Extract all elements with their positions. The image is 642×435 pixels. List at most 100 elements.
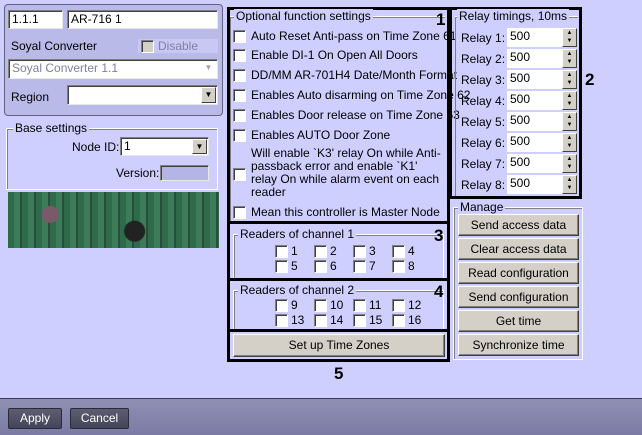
manage-button-send-configuration[interactable]: Send configuration: [458, 286, 579, 308]
spin-down-icon[interactable]: ▼: [563, 58, 576, 66]
marker-3: 3: [434, 226, 444, 245]
spin-up-icon[interactable]: ▲: [563, 50, 576, 58]
reader-label: 6: [330, 259, 337, 273]
spin-up-icon[interactable]: ▲: [563, 176, 576, 184]
converter-select[interactable]: Soyal Converter 1.1 ▼: [8, 59, 218, 79]
reader-checkbox[interactable]: [314, 245, 327, 258]
reader-checkbox[interactable]: [392, 314, 405, 327]
device-name-field[interactable]: AR-716 1: [67, 10, 218, 29]
option-label-2: Enable DI-1 On Open All Doors: [251, 48, 418, 62]
device-id-field[interactable]: 1.1.1: [8, 10, 63, 29]
relay-label: Relay 5:: [461, 115, 506, 129]
spin-up-icon[interactable]: ▲: [563, 29, 576, 37]
region-select[interactable]: ▼: [67, 85, 218, 105]
option-checkbox-7[interactable]: [233, 168, 246, 181]
spin-down-icon[interactable]: ▼: [563, 163, 576, 171]
relay-input[interactable]: 500: [507, 175, 562, 194]
reader-label: 10: [330, 298, 344, 312]
manage-button-get-time[interactable]: Get time: [458, 310, 579, 332]
relay-label: Relay 6:: [461, 136, 506, 150]
spin-down-icon[interactable]: ▼: [563, 37, 576, 45]
option-checkbox-4[interactable]: [233, 89, 246, 102]
spin-up-icon[interactable]: ▲: [563, 92, 576, 100]
apply-button[interactable]: Apply: [8, 408, 62, 429]
readers-channel-1-title: Readers of channel 1: [238, 227, 357, 241]
relay-spinner[interactable]: ▲ ▼: [562, 154, 577, 173]
reader-checkbox[interactable]: [275, 260, 288, 273]
controller-board-image: [8, 192, 219, 248]
relay-spinner[interactable]: ▲ ▼: [562, 28, 577, 47]
reader-checkbox[interactable]: [392, 260, 405, 273]
disable-label: Disable: [158, 39, 199, 53]
reader-label: 16: [408, 313, 422, 327]
relay-spinner[interactable]: ▲ ▼: [562, 175, 577, 194]
node-id-label: Node ID:: [72, 140, 120, 154]
reader-checkbox[interactable]: [314, 299, 327, 312]
reader-checkbox[interactable]: [275, 314, 288, 327]
option-label-4: Enables Auto disarming on Time Zone 62: [251, 88, 471, 102]
relay-spinner[interactable]: ▲ ▼: [562, 133, 577, 152]
reader-checkbox[interactable]: [353, 314, 366, 327]
spin-down-icon[interactable]: ▼: [563, 184, 576, 192]
relay-input[interactable]: 500: [507, 91, 562, 110]
disable-checkbox[interactable]: [141, 40, 154, 53]
reader-label: 2: [330, 244, 337, 258]
region-label: Region: [11, 90, 50, 104]
base-settings-title: Base settings: [13, 121, 90, 135]
relay-input[interactable]: 500: [507, 154, 562, 173]
spin-up-icon[interactable]: ▲: [563, 155, 576, 163]
relay-input[interactable]: 500: [507, 133, 562, 152]
manage-button-send-access-data[interactable]: Send access data: [458, 214, 579, 236]
option-label-8: Mean this controller is Master Node: [251, 205, 440, 219]
option-checkbox-3[interactable]: [233, 69, 246, 82]
reader-checkbox[interactable]: [392, 299, 405, 312]
manage-button-read-configuration[interactable]: Read configuration: [458, 262, 579, 284]
chevron-down-icon: ▼: [201, 87, 216, 103]
reader-checkbox[interactable]: [275, 299, 288, 312]
reader-checkbox[interactable]: [353, 299, 366, 312]
relay-spinner[interactable]: ▲ ▼: [562, 91, 577, 110]
spin-up-icon[interactable]: ▲: [563, 71, 576, 79]
spin-down-icon[interactable]: ▼: [563, 79, 576, 87]
chevron-down-icon: ▼: [201, 61, 216, 77]
node-id-select[interactable]: 1 ▼: [120, 137, 209, 156]
relay-spinner[interactable]: ▲ ▼: [562, 112, 577, 131]
relay-spinner[interactable]: ▲ ▼: [562, 70, 577, 89]
option-checkbox-5[interactable]: [233, 109, 246, 122]
spin-down-icon[interactable]: ▼: [563, 100, 576, 108]
relay-label: Relay 3:: [461, 73, 506, 87]
reader-checkbox[interactable]: [353, 260, 366, 273]
relay-input[interactable]: 500: [507, 49, 562, 68]
option-label-1: Auto Reset Anti-pass on Time Zone 61: [251, 29, 457, 43]
reader-checkbox[interactable]: [392, 245, 405, 258]
relay-input[interactable]: 500: [507, 112, 562, 131]
option-checkbox-2[interactable]: [233, 49, 246, 62]
spin-down-icon[interactable]: ▼: [563, 121, 576, 129]
option-checkbox-1[interactable]: [233, 30, 246, 43]
relay-label: Relay 4:: [461, 94, 506, 108]
spin-up-icon[interactable]: ▲: [563, 113, 576, 121]
relay-spinner[interactable]: ▲ ▼: [562, 49, 577, 68]
optional-settings-title: Optional function settings: [234, 9, 373, 23]
set-up-time-zones-button[interactable]: Set up Time Zones: [233, 334, 445, 357]
option-checkbox-8[interactable]: [233, 206, 246, 219]
option-checkbox-6[interactable]: [233, 129, 246, 142]
marker-4: 4: [434, 282, 444, 301]
readers-channel-2-title: Readers of channel 2: [238, 283, 357, 297]
spin-down-icon[interactable]: ▼: [563, 142, 576, 150]
manage-button-synchronize-time[interactable]: Synchronize time: [458, 334, 579, 356]
spin-up-icon[interactable]: ▲: [563, 134, 576, 142]
converter-label: Soyal Converter: [11, 39, 98, 53]
reader-label: 8: [408, 259, 415, 273]
relay-input[interactable]: 500: [507, 28, 562, 47]
relay-label: Relay 1:: [461, 31, 506, 45]
reader-checkbox[interactable]: [353, 245, 366, 258]
reader-checkbox[interactable]: [275, 245, 288, 258]
reader-checkbox[interactable]: [314, 260, 327, 273]
option-label-5: Enables Door release on Time Zone 63: [251, 108, 460, 122]
cancel-button[interactable]: Cancel: [70, 408, 129, 429]
relay-label: Relay 8:: [461, 178, 506, 192]
manage-button-clear-access-data[interactable]: Clear access data: [458, 238, 579, 260]
relay-input[interactable]: 500: [507, 70, 562, 89]
reader-checkbox[interactable]: [314, 314, 327, 327]
